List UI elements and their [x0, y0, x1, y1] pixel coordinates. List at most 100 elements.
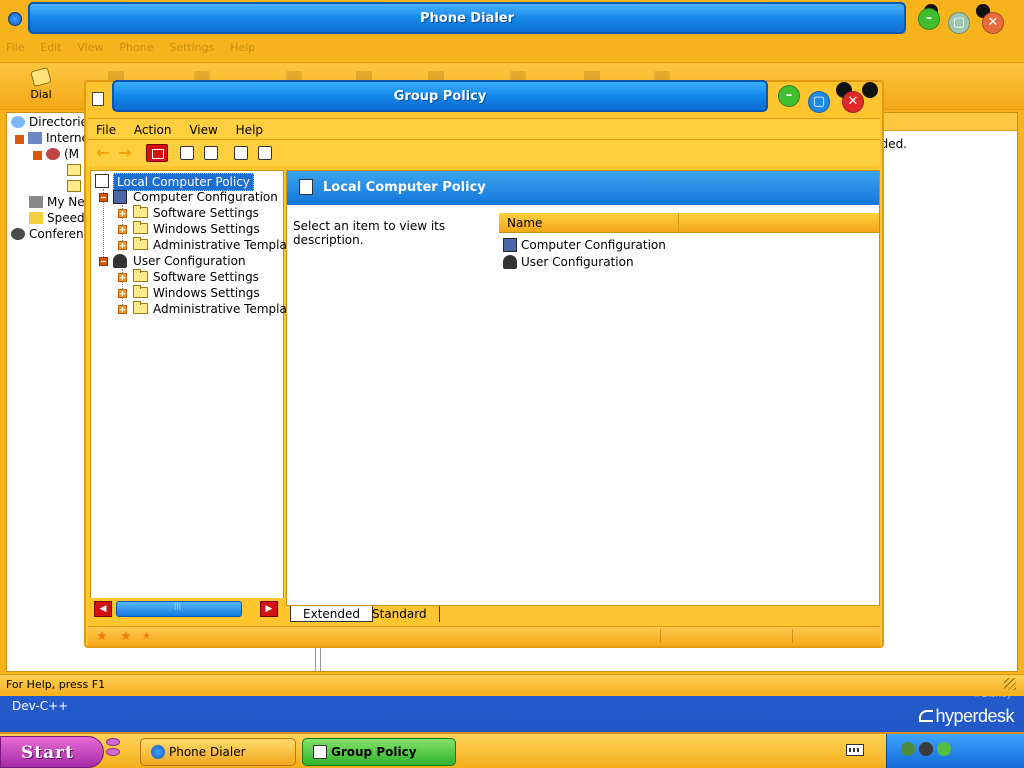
- expand-icon[interactable]: [118, 209, 127, 218]
- column-header-name[interactable]: Name: [499, 213, 679, 233]
- star-decoration-icon: ★: [142, 631, 151, 642]
- tree-item-label: Software Settings: [153, 270, 259, 284]
- help-icon[interactable]: [234, 146, 248, 160]
- user-icon: [113, 254, 127, 268]
- menu-action[interactable]: Action: [126, 119, 178, 137]
- close-icon[interactable]: ✕: [982, 12, 1004, 34]
- menu-help[interactable]: Help: [224, 38, 261, 54]
- server-icon: [46, 148, 60, 160]
- scrollbar-thumb[interactable]: [116, 601, 242, 617]
- export-list-icon[interactable]: [204, 146, 218, 160]
- properties-icon[interactable]: [180, 146, 194, 160]
- expand-icon[interactable]: [118, 273, 127, 282]
- tree-item-conference[interactable]: Conferen: [11, 227, 84, 241]
- start-decoration-icon: [106, 738, 124, 766]
- folder-icon: [133, 221, 148, 234]
- tree-item-label: Administrative Templa: [153, 302, 287, 316]
- desktop-icon-label-devcpp[interactable]: Dev-C++: [12, 699, 68, 713]
- policy-scroll-icon: [95, 174, 109, 188]
- tree-item-label: Conferen: [29, 227, 84, 241]
- show-hide-action-pane-icon[interactable]: [258, 146, 272, 160]
- tree-item-internet[interactable]: Internet: [15, 131, 94, 145]
- tree-item-label: Speed: [47, 211, 85, 225]
- minimize-icon[interactable]: –: [778, 85, 800, 107]
- expand-icon[interactable]: [118, 305, 127, 314]
- keyboard-icon[interactable]: [846, 744, 864, 756]
- resize-grip-icon[interactable]: [1004, 678, 1016, 690]
- start-button[interactable]: Start: [0, 736, 104, 768]
- tree-item-directories[interactable]: Directories: [11, 115, 94, 129]
- maximize-icon[interactable]: ▢: [808, 91, 830, 113]
- collapse-icon: [33, 151, 42, 160]
- detail-description: Select an item to view its description.: [293, 219, 446, 247]
- menu-file[interactable]: File: [0, 38, 30, 54]
- speed-dial-icon: [29, 212, 43, 224]
- tree-item-label: Windows Settings: [153, 222, 260, 236]
- collapse-icon[interactable]: [99, 257, 108, 266]
- phone-dial-icon: [30, 66, 52, 88]
- detail-pane-text: ded.: [880, 137, 907, 151]
- folder-icon: [133, 285, 148, 298]
- scroll-left-icon[interactable]: ◀: [94, 601, 112, 617]
- folder-icon: [133, 237, 148, 250]
- menu-phone[interactable]: Phone: [113, 38, 159, 54]
- taskbar: Start Phone Dialer Group Policy: [0, 732, 1024, 768]
- menu-settings[interactable]: Settings: [163, 38, 220, 54]
- scroll-right-icon[interactable]: ▶: [260, 601, 278, 617]
- tree-item-speed-dial[interactable]: Speed: [29, 211, 85, 225]
- taskbar-button-phone-dialer[interactable]: Phone Dialer: [140, 738, 296, 766]
- tree-horizontal-scrollbar[interactable]: ◀ ▶: [90, 598, 284, 620]
- menu-view[interactable]: View: [181, 119, 223, 137]
- status-text: For Help, press F1: [6, 678, 106, 691]
- group-policy-statusbar: ★ ★ ★: [88, 626, 880, 646]
- conference-icon: [11, 228, 25, 240]
- group-policy-app-icon[interactable]: [92, 92, 104, 106]
- hyperdesk-logo-icon: [919, 710, 934, 722]
- tree-item-my-network[interactable]: My Ne: [29, 195, 85, 209]
- tree-item-m[interactable]: (M: [33, 147, 79, 161]
- menu-help[interactable]: Help: [228, 119, 269, 137]
- group-policy-toolbar: ← →: [88, 140, 880, 166]
- dial-button[interactable]: Dial: [18, 66, 64, 101]
- minimize-icon[interactable]: –: [918, 8, 940, 30]
- maximize-icon[interactable]: ▢: [948, 12, 970, 34]
- back-arrow-icon[interactable]: ←: [94, 144, 112, 162]
- start-button-label: Start: [21, 743, 74, 763]
- dial-button-label: Dial: [30, 88, 52, 101]
- update-tray-icon[interactable]: [937, 742, 951, 756]
- expand-icon[interactable]: [118, 241, 127, 250]
- hyperdesk-logo: hyperdesk: [919, 706, 1014, 727]
- tab-standard[interactable]: Standard: [360, 606, 440, 622]
- group-policy-tree[interactable]: Local Computer Policy Computer Configura…: [90, 170, 287, 620]
- list-header: Name: [499, 213, 879, 233]
- network-tray-icon[interactable]: [901, 742, 915, 756]
- list-item-label: User Configuration: [521, 255, 634, 269]
- show-hide-console-tree-icon[interactable]: [146, 144, 168, 162]
- tree-item-folder[interactable]: [67, 163, 85, 177]
- phone-dialer-app-icon: [151, 745, 165, 759]
- close-icon[interactable]: ✕: [842, 91, 864, 113]
- folder-icon: [133, 301, 148, 314]
- menu-view[interactable]: View: [71, 38, 109, 54]
- taskbar-button-group-policy[interactable]: Group Policy: [302, 738, 456, 766]
- phone-dialer-statusbar: For Help, press F1: [0, 674, 1024, 694]
- menu-file[interactable]: File: [88, 119, 122, 137]
- menu-edit[interactable]: Edit: [34, 38, 67, 54]
- tree-item-label: Administrative Templa: [153, 238, 287, 252]
- volume-tray-icon[interactable]: [919, 742, 933, 756]
- folder-icon: [67, 180, 81, 192]
- tree-item-folder[interactable]: [67, 179, 85, 193]
- group-policy-menubar: File Action View Help: [88, 118, 880, 140]
- collapse-icon[interactable]: [99, 193, 108, 202]
- forward-arrow-icon[interactable]: →: [116, 144, 134, 162]
- phone-dialer-title: Phone Dialer: [419, 11, 514, 26]
- expand-icon[interactable]: [118, 225, 127, 234]
- folder-icon: [67, 164, 81, 176]
- phone-dialer-app-icon[interactable]: [8, 12, 22, 26]
- status-separator: [792, 629, 793, 643]
- group-policy-titlebar[interactable]: Group Policy: [112, 80, 768, 112]
- collapse-icon: [15, 135, 24, 144]
- expand-icon[interactable]: [118, 289, 127, 298]
- user-icon: [503, 255, 517, 269]
- phone-dialer-titlebar[interactable]: Phone Dialer: [28, 2, 906, 34]
